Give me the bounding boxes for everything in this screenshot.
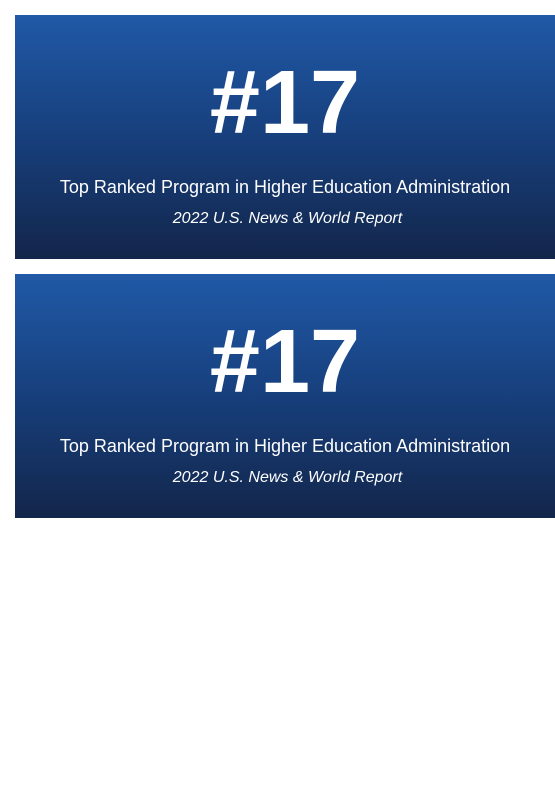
ranking-title: Top Ranked Program in Higher Education A… [59, 177, 511, 197]
ranking-number: #17 [209, 53, 361, 153]
ranking-card: #17 Top Ranked Program in Higher Educati… [15, 274, 555, 518]
ranking-card: #17 Top Ranked Program in Higher Educati… [15, 15, 555, 259]
ranking-source: 2022 U.S. News & World Report [172, 469, 403, 486]
ranking-source: 2022 U.S. News & World Report [172, 210, 403, 227]
ranking-title: Top Ranked Program in Higher Education A… [59, 436, 511, 456]
ranking-number: #17 [209, 312, 361, 412]
